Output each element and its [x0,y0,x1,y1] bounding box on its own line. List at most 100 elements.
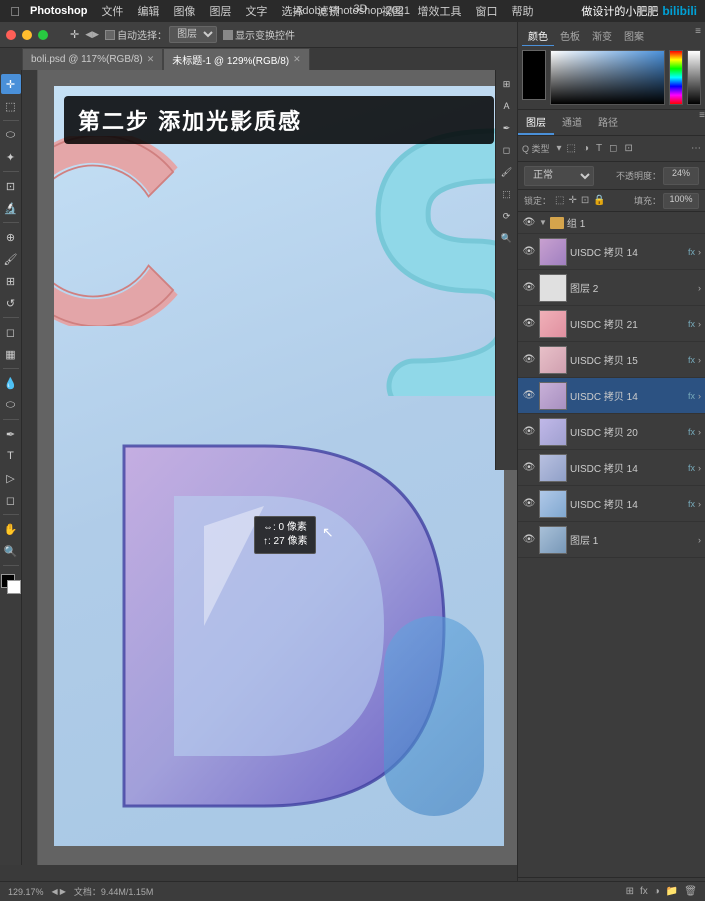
apple-logo-icon[interactable]:  [8,4,22,18]
status-icon-3[interactable]: ◑ [654,886,660,897]
gradient-tool[interactable]: ▦ [1,344,21,364]
right-tool-6[interactable]: ⬚ [497,184,517,204]
blend-mode-select[interactable]: 正常 [524,166,594,186]
color-tab-swatches[interactable]: 色板 [554,26,586,46]
zoom-tool[interactable]: 🔍 [1,541,21,561]
layer-select-dropdown[interactable]: 图层 [169,26,217,43]
background-color[interactable] [7,580,21,594]
active-color-swatch[interactable] [522,50,546,100]
minimize-button[interactable] [22,30,32,40]
layer-chevron-7[interactable]: › [698,499,701,509]
layer-vis-6[interactable]: 👁 [522,461,536,475]
move-tool-icon[interactable]: ✛ [70,28,79,41]
layer-vis-0[interactable]: 👁 [522,245,536,259]
layer-row-5[interactable]: 👁 UISDC 拷贝 20 fx › [518,414,705,450]
menu-plugins[interactable]: 增效工具 [412,2,468,20]
menu-file[interactable]: 文件 [95,2,129,20]
eyedropper-tool[interactable]: 🔬 [1,198,21,218]
tab-boli[interactable]: boli.psd @ 117%(RGB/8) ✕ [22,48,163,70]
fill-value[interactable]: 100% [663,193,699,209]
menu-edit[interactable]: 编辑 [131,2,165,20]
close-button[interactable] [6,30,16,40]
layer-vis-7[interactable]: 👁 [522,497,536,511]
layer-fx-7[interactable]: fx [688,499,695,509]
layers-tab-paths[interactable]: 路径 [590,110,626,135]
layer-chevron-0[interactable]: › [698,247,701,257]
tab-boli-close[interactable]: ✕ [147,54,155,65]
menu-text[interactable]: 文字 [239,2,273,20]
layer-vis-3[interactable]: 👁 [522,353,536,367]
move-tool[interactable]: ✛ [1,74,21,94]
right-tool-8[interactable]: 🔍 [497,228,517,248]
layers-tab-channels[interactable]: 通道 [554,110,590,135]
layer-vis-5[interactable]: 👁 [522,425,536,439]
layer-chevron-5[interactable]: › [698,427,701,437]
shape-tool[interactable]: ◻ [1,490,21,510]
layer-row-8[interactable]: 👁 图层 1 › [518,522,705,558]
path-select-tool[interactable]: ▷ [1,468,21,488]
crop-tool[interactable]: ⊡ [1,176,21,196]
opacity-value[interactable]: 24% [663,167,699,185]
status-icon-4[interactable]: 📁 [666,886,678,897]
tab-untitled-close[interactable]: ✕ [293,54,301,65]
pen-tool[interactable]: ✒ [1,424,21,444]
layer-chevron-6[interactable]: › [698,463,701,473]
layer-fx-4[interactable]: fx [688,391,695,401]
kind-shape-icon[interactable]: ◻ [607,143,619,154]
status-prev[interactable]: ◀ [52,887,58,896]
lock-artboard-icon[interactable]: ⊡ [581,195,589,206]
kind-smart-icon[interactable]: ⊡ [622,143,634,154]
layer-chevron-3[interactable]: › [698,355,701,365]
layer-fx-0[interactable]: fx [688,247,695,257]
status-next[interactable]: ▶ [60,887,66,896]
menu-help[interactable]: 帮助 [506,2,540,20]
layers-options-more[interactable]: ⋯ [691,143,701,154]
menu-window[interactable]: 窗口 [470,2,504,20]
lock-pixel-icon[interactable]: ⬚ [555,195,564,206]
brush-tool[interactable]: 🖌 [1,249,21,269]
layer-vis-4[interactable]: 👁 [522,389,536,403]
kind-dropdown-arrow[interactable]: ▾ [557,143,562,154]
tab-untitled[interactable]: 未标题-1 @ 129%(RGB/8) ✕ [163,48,309,70]
layer-chevron-4[interactable]: › [698,391,701,401]
foreground-background-colors[interactable] [1,574,21,594]
color-panel-menu[interactable]: ≡ [695,26,701,46]
layers-panel-menu[interactable]: ≡ [699,110,705,135]
layer-fx-3[interactable]: fx [688,355,695,365]
color-hue-slider[interactable] [669,50,683,105]
layer-chevron-1[interactable]: › [698,283,701,293]
right-tool-1[interactable]: ⊞ [497,74,517,94]
layer-row-3[interactable]: 👁 UISDC 拷贝 15 fx › [518,342,705,378]
kind-pixel-icon[interactable]: ⬚ [565,143,578,154]
group-expand-icon[interactable]: ▼ [539,218,547,227]
layer-fx-5[interactable]: fx [688,427,695,437]
maximize-button[interactable] [38,30,48,40]
layer-row-0[interactable]: 👁 UISDC 拷贝 14 fx › [518,234,705,270]
magic-wand-tool[interactable]: ✦ [1,147,21,167]
layer-row-2[interactable]: 👁 UISDC 拷贝 21 fx › [518,306,705,342]
color-tab-patterns[interactable]: 图案 [618,26,650,46]
layer-row-4[interactable]: 👁 UISDC 拷贝 14 fx › [518,378,705,414]
layer-vis-2[interactable]: 👁 [522,317,536,331]
stamp-tool[interactable]: ⊞ [1,271,21,291]
layer-fx-6[interactable]: fx [688,463,695,473]
right-tool-4[interactable]: ◻ [497,140,517,160]
color-tab-color[interactable]: 颜色 [522,26,554,46]
marquee-tool[interactable]: ⬚ [1,96,21,116]
status-icon-2[interactable]: fx [640,886,648,897]
kind-adjustment-icon[interactable]: ◑ [581,143,591,154]
lasso-tool[interactable]: ⬭ [1,125,21,145]
menu-image[interactable]: 图像 [167,2,201,20]
hand-tool[interactable]: ✋ [1,519,21,539]
layers-tab-layers[interactable]: 图层 [518,110,554,135]
layer-chevron-2[interactable]: › [698,319,701,329]
eraser-tool[interactable]: ◻ [1,322,21,342]
lock-position-icon[interactable]: ✛ [568,195,576,206]
layer-row-6[interactable]: 👁 UISDC 拷贝 14 fx › [518,450,705,486]
color-tab-gradient[interactable]: 渐变 [586,26,618,46]
right-tool-7[interactable]: ⟳ [497,206,517,226]
auto-select-checkbox[interactable] [105,30,115,40]
layer-vis-1[interactable]: 👁 [522,281,536,295]
status-icon-5[interactable]: 🗑 [684,886,697,897]
history-brush-tool[interactable]: ↺ [1,293,21,313]
